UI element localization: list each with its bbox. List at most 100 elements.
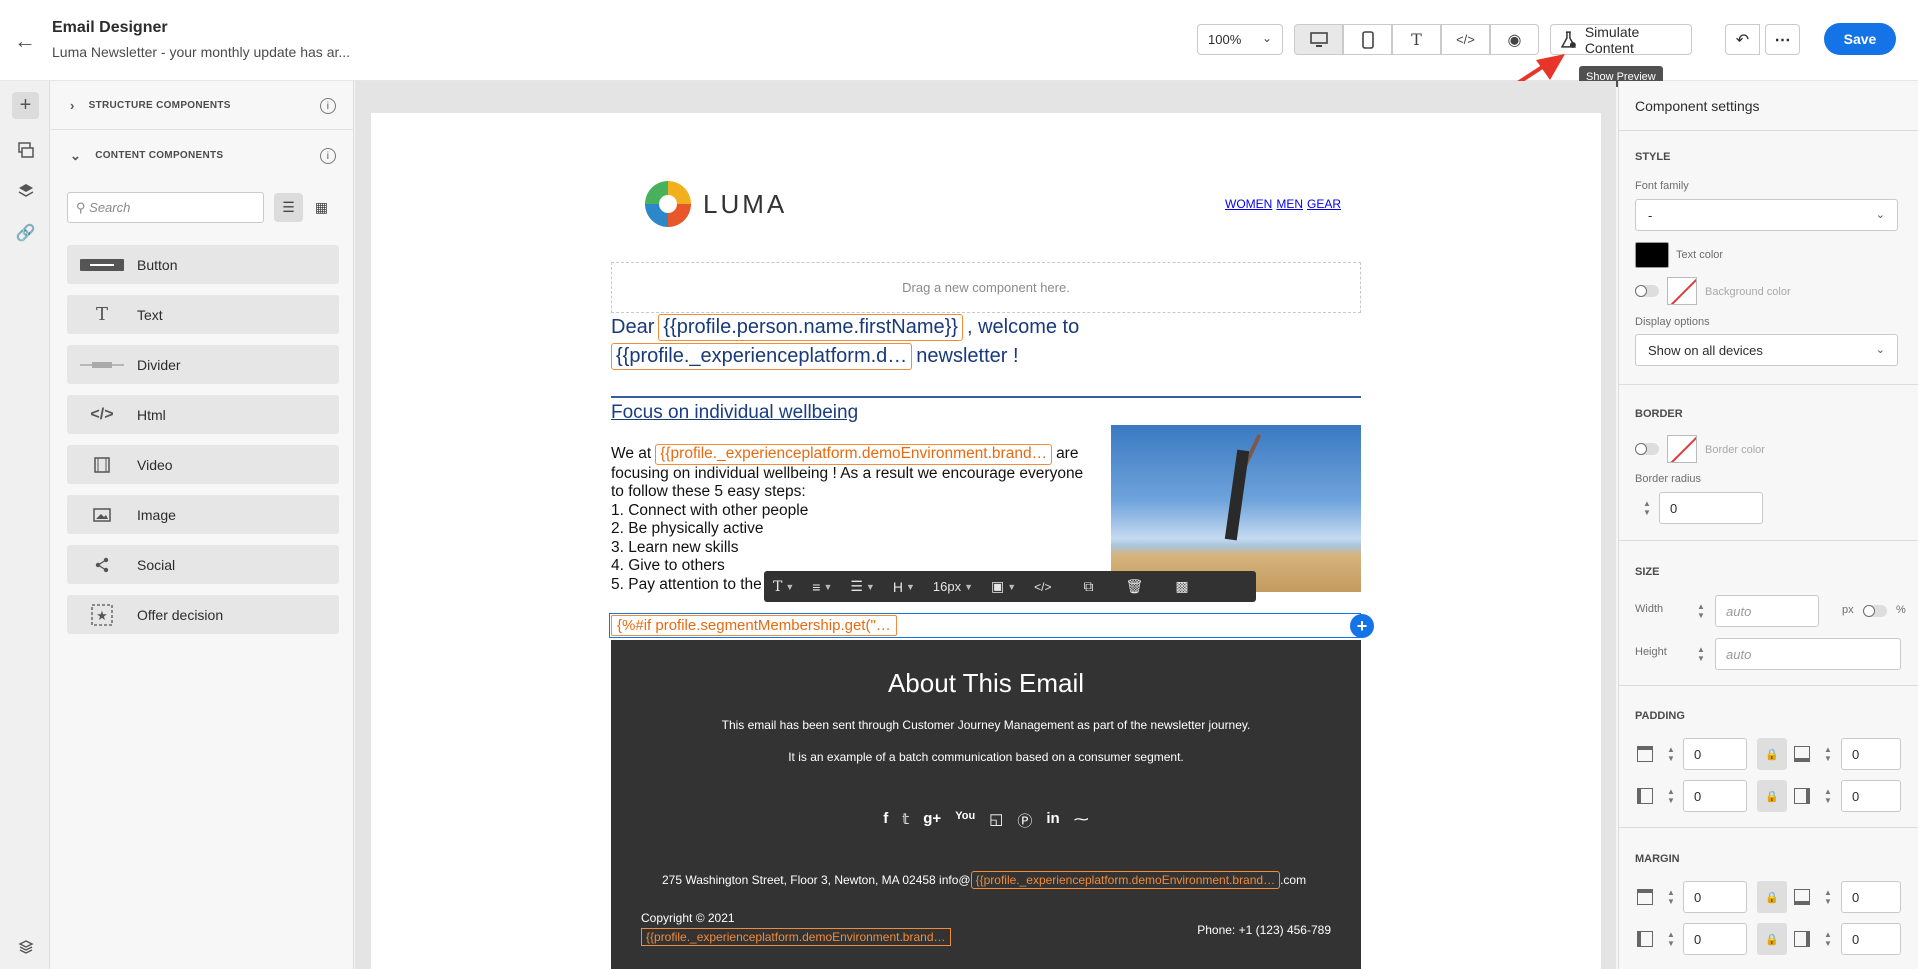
component-text[interactable]: T Text: [67, 295, 339, 334]
desktop-view-button[interactable]: [1294, 24, 1343, 55]
twitter-icon[interactable]: 𝕥: [902, 810, 909, 831]
insert-image-button[interactable]: ▣ ▼: [982, 571, 1025, 602]
grid-view-button[interactable]: ▦: [307, 193, 336, 222]
background-color-toggle[interactable]: [1635, 285, 1659, 297]
assets-icon[interactable]: [12, 136, 39, 163]
info-icon[interactable]: i: [320, 148, 336, 164]
luma-logo[interactable]: LUMA: [645, 181, 787, 227]
save-button[interactable]: Save: [1824, 23, 1896, 55]
facebook-icon[interactable]: f: [883, 810, 888, 831]
padding-right-input[interactable]: 0: [1841, 780, 1901, 812]
padding-bottom-input[interactable]: 0: [1841, 738, 1901, 770]
brand-token[interactable]: {{profile._experienceplatform.demoEnviro…: [970, 871, 1281, 889]
delete-button[interactable]: 🗑: [1117, 571, 1153, 602]
height-stepper[interactable]: ▲ ▼: [1689, 638, 1713, 670]
width-unit-toggle[interactable]: [1863, 605, 1887, 617]
personalization-token[interactable]: {{profile.person.name.firstName}}: [658, 314, 963, 341]
list-button[interactable]: ☰ ▼: [841, 571, 883, 602]
component-video[interactable]: Video: [67, 445, 339, 484]
email-footer[interactable]: About This Email This email has been sen…: [611, 640, 1361, 969]
drop-zone[interactable]: Drag a new component here.: [611, 262, 1361, 313]
save-fragment-button[interactable]: ▩: [1166, 571, 1197, 602]
margin-left-stepper[interactable]: ▲ ▼: [1659, 923, 1683, 955]
margin-top-input[interactable]: 0: [1683, 881, 1747, 913]
linkedin-icon[interactable]: in: [1046, 810, 1059, 831]
pinterest-icon[interactable]: Ⓟ: [1017, 810, 1032, 831]
search-input[interactable]: ⚲ Search: [67, 192, 264, 223]
text-color-swatch[interactable]: [1635, 242, 1669, 268]
margin-right-stepper[interactable]: ▲ ▼: [1816, 923, 1840, 955]
link-icon[interactable]: 🔗: [12, 219, 39, 246]
conditional-content-block[interactable]: {%#if profile.segmentMembership.get("…: [609, 613, 1361, 638]
component-button[interactable]: Button: [67, 245, 339, 284]
width-unit-percent: %: [1896, 604, 1906, 616]
heading-button[interactable]: H ▼: [884, 571, 924, 602]
padding-top-stepper[interactable]: ▲ ▼: [1659, 738, 1683, 770]
nav-link-men[interactable]: MEN: [1276, 197, 1303, 211]
component-social[interactable]: Social: [67, 545, 339, 584]
brand-token[interactable]: {{profile._experienceplatform.demoEnviro…: [655, 444, 1053, 465]
padding-lock-icon[interactable]: 🔒: [1757, 780, 1787, 812]
instagram-icon[interactable]: ◱: [989, 810, 1003, 831]
padding-top-input[interactable]: 0: [1683, 738, 1747, 770]
padding-left-input[interactable]: 0: [1683, 780, 1747, 812]
focus-title-link[interactable]: Focus on individual wellbeing: [611, 402, 858, 424]
margin-left-input[interactable]: 0: [1683, 923, 1747, 955]
duplicate-button[interactable]: ⧉: [1075, 571, 1103, 602]
margin-lock-icon[interactable]: 🔒: [1757, 881, 1787, 913]
margin-top-stepper[interactable]: ▲ ▼: [1659, 881, 1683, 913]
google-plus-icon[interactable]: g+: [923, 810, 941, 831]
margin-lock-icon[interactable]: 🔒: [1757, 923, 1787, 955]
rss-icon[interactable]: ⁓: [1074, 810, 1089, 831]
component-offer-decision[interactable]: ★ Offer decision: [67, 595, 339, 634]
nav-link-gear[interactable]: GEAR: [1307, 197, 1341, 211]
background-color-swatch[interactable]: [1667, 277, 1697, 305]
font-family-select[interactable]: - ⌄: [1635, 199, 1898, 231]
border-radius-input[interactable]: 0: [1659, 492, 1763, 524]
back-arrow-icon[interactable]: ←: [14, 28, 36, 54]
youtube-icon[interactable]: You: [955, 810, 975, 831]
info-icon[interactable]: i: [320, 98, 336, 114]
greeting-line-2[interactable]: {{profile._experienceplatform.d… newslet…: [611, 343, 1019, 370]
list-view-button[interactable]: ☰: [274, 193, 303, 222]
greeting-line-1[interactable]: Dear {{profile.person.name.firstName}} ,…: [611, 314, 1079, 341]
padding-left-stepper[interactable]: ▲ ▼: [1659, 780, 1683, 812]
component-divider[interactable]: Divider: [67, 345, 339, 384]
display-options-select[interactable]: Show on all devices ⌄: [1635, 334, 1898, 366]
padding-lock-icon[interactable]: 🔒: [1757, 738, 1787, 770]
layers-icon[interactable]: [12, 177, 39, 204]
width-stepper[interactable]: ▲ ▼: [1689, 595, 1713, 627]
border-radius-stepper[interactable]: ▲ ▼: [1635, 492, 1659, 524]
content-components-header[interactable]: ⌄ CONTENT COMPONENTS i: [51, 131, 354, 180]
padding-right-stepper[interactable]: ▲ ▼: [1816, 780, 1840, 812]
align-button[interactable]: ≡ ▼: [803, 571, 841, 602]
brand-token[interactable]: {{profile._experienceplatform.demoEnviro…: [641, 928, 951, 946]
border-color-swatch[interactable]: [1667, 435, 1697, 463]
zoom-select[interactable]: 100% ⌄: [1197, 24, 1283, 55]
simulate-content-button[interactable]: Simulate Content: [1550, 24, 1692, 56]
nav-link-women[interactable]: WOMEN: [1225, 197, 1272, 211]
yoga-image[interactable]: [1111, 425, 1361, 592]
mobile-view-button[interactable]: [1343, 24, 1392, 55]
personalization-token[interactable]: {{profile._experienceplatform.d…: [611, 343, 913, 370]
padding-bottom-stepper[interactable]: ▲ ▼: [1816, 738, 1840, 770]
margin-bottom-input[interactable]: 0: [1841, 881, 1901, 913]
margin-bottom-stepper[interactable]: ▲ ▼: [1816, 881, 1840, 913]
structure-components-header[interactable]: › STRUCTURE COMPONENTS i: [51, 81, 354, 130]
margin-right-input[interactable]: 0: [1841, 923, 1901, 955]
font-size-button[interactable]: 16px ▼: [924, 571, 982, 602]
component-image[interactable]: Image: [67, 495, 339, 534]
font-style-button[interactable]: T ▼: [764, 571, 803, 602]
add-components-icon[interactable]: +: [12, 92, 39, 119]
undo-button[interactable]: ↶: [1725, 24, 1760, 55]
add-component-button[interactable]: +: [1350, 614, 1374, 638]
divider[interactable]: [611, 396, 1361, 398]
component-html[interactable]: </> Html: [67, 395, 339, 434]
border-color-toggle[interactable]: [1635, 443, 1659, 455]
layers-settings-icon[interactable]: [12, 933, 39, 960]
width-input[interactable]: auto: [1715, 595, 1819, 627]
height-input[interactable]: auto: [1715, 638, 1901, 670]
source-code-button[interactable]: </>: [1025, 571, 1060, 602]
more-options-button[interactable]: ⋯: [1765, 24, 1800, 55]
condition-token[interactable]: {%#if profile.segmentMembership.get("…: [611, 615, 897, 636]
